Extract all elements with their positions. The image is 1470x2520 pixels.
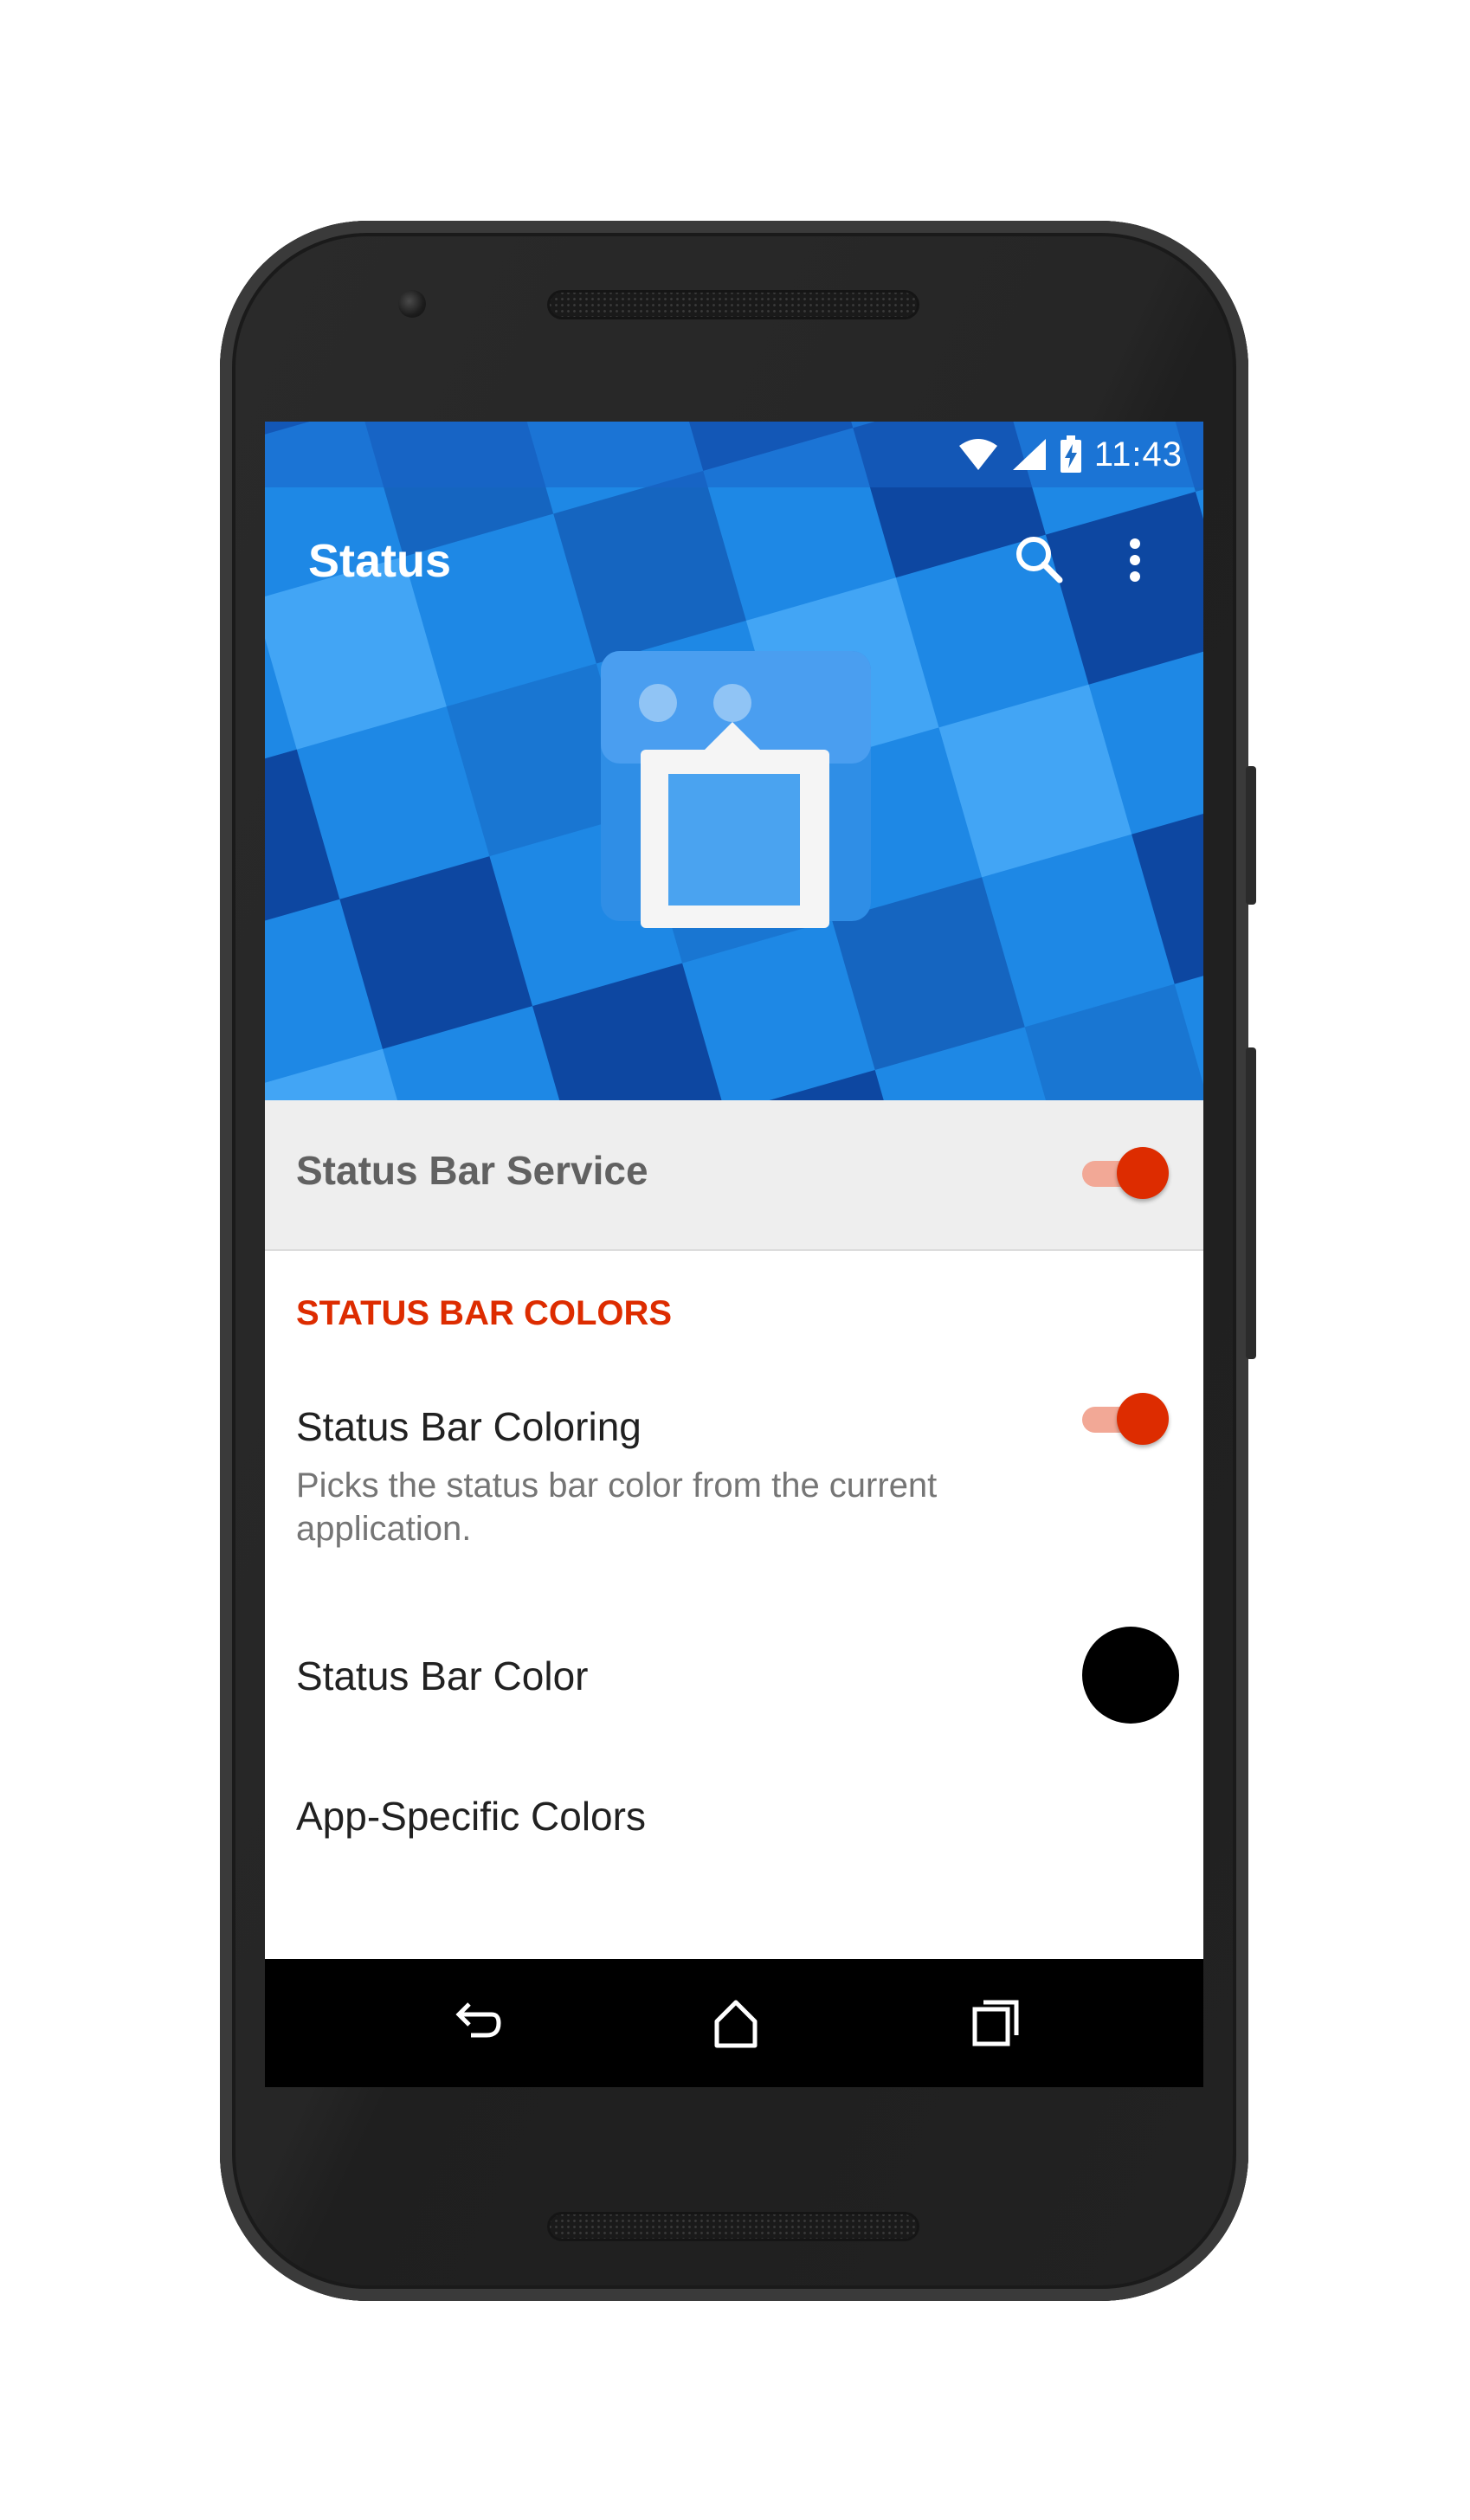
more-options-button[interactable]: [1105, 530, 1165, 590]
home-button[interactable]: [708, 1995, 764, 2051]
front-camera: [398, 290, 426, 318]
search-button[interactable]: [1009, 530, 1070, 590]
back-button[interactable]: [448, 1995, 504, 2051]
pref-status-bar-coloring[interactable]: Status Bar Coloring Picks the status bar…: [265, 1382, 1203, 1582]
pref-title: Status Bar Coloring: [296, 1404, 642, 1449]
bottom-speaker: [547, 2212, 919, 2241]
section-header: STATUS BAR COLORS: [296, 1294, 673, 1332]
navigation-bar: [265, 1959, 1203, 2087]
home-icon: [714, 2000, 758, 2048]
battery-charging-icon: [1060, 435, 1081, 473]
signal-icon: [1012, 439, 1046, 470]
app-header: Status: [265, 422, 1203, 1100]
power-button: [1246, 766, 1256, 905]
service-row[interactable]: Status Bar Service: [265, 1100, 1203, 1251]
pref-summary: Picks the status bar color from the curr…: [296, 1466, 938, 1548]
screen: Status 11:43 Status Bar Service STATUS B…: [265, 422, 1203, 2087]
color-swatch[interactable]: [1082, 1627, 1179, 1724]
service-label: Status Bar Service: [296, 1148, 648, 1193]
switch-thumb: [1117, 1393, 1169, 1445]
status-bar: 11:43: [265, 422, 1203, 487]
top-speaker: [547, 290, 919, 319]
page-title: Status: [308, 535, 452, 587]
service-toggle[interactable]: [1077, 1145, 1169, 1201]
back-icon: [455, 2002, 501, 2038]
recents-icon: [972, 2000, 1019, 2046]
clock: 11:43: [1093, 435, 1183, 474]
pref-title: App-Specific Colors: [296, 1794, 646, 1839]
coloring-toggle[interactable]: [1077, 1391, 1169, 1447]
wifi-icon: [958, 439, 997, 470]
pref-status-bar-color[interactable]: Status Bar Color: [265, 1608, 1203, 1737]
volume-button: [1246, 1047, 1256, 1359]
pref-title: Status Bar Color: [296, 1653, 589, 1698]
more-vert-icon: [1130, 538, 1140, 582]
search-icon: [1016, 537, 1063, 583]
app-logo: [601, 651, 871, 928]
recents-button[interactable]: [968, 1995, 1023, 2051]
pref-app-specific-colors[interactable]: App-Specific Colors: [265, 1755, 1203, 1885]
switch-thumb: [1117, 1147, 1169, 1199]
